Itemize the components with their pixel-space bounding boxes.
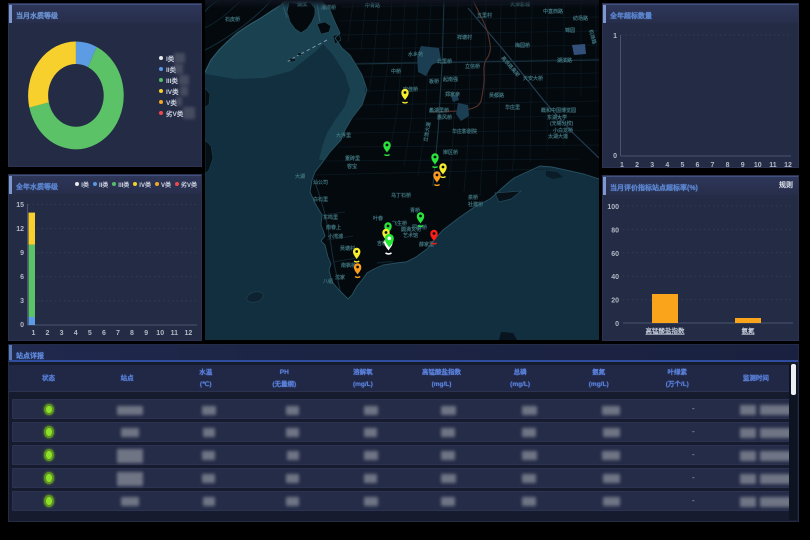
svg-text:艺术馆: 艺术馆	[403, 232, 418, 239]
svg-text:大湖: 大湖	[295, 173, 305, 180]
svg-text:1: 1	[620, 162, 624, 169]
svg-text:40: 40	[611, 274, 619, 281]
svg-text:大浮里: 大浮里	[336, 132, 351, 139]
svg-text:太湖大道: 太湖大道	[547, 133, 568, 140]
svg-text:起南强: 起南强	[442, 76, 458, 83]
svg-text:吴塘村: 吴塘村	[340, 245, 355, 252]
svg-text:80: 80	[611, 227, 619, 234]
svg-text:板桥: 板桥	[429, 78, 440, 85]
svg-text:20: 20	[611, 298, 619, 305]
svg-text:纺场路: 纺场路	[573, 15, 589, 22]
svg-text:重砖里: 重砖里	[345, 155, 360, 162]
svg-text:III类: III类	[166, 76, 178, 85]
svg-text:100: 100	[607, 204, 619, 211]
svg-text:石皮桥: 石皮桥	[224, 16, 241, 23]
svg-text:(无锡分校): (无锡分校)	[550, 120, 574, 127]
svg-text:飞生桥: 飞生桥	[392, 220, 408, 227]
svg-text:岸区桥: 岸区桥	[443, 149, 459, 156]
svg-text:4: 4	[665, 162, 669, 169]
svg-text:10: 10	[156, 330, 164, 337]
svg-text:梅园桥: 梅园桥	[515, 42, 531, 49]
svg-text:9: 9	[741, 162, 745, 169]
svg-text:郑家亲: 郑家亲	[445, 91, 460, 98]
svg-text:水乡苑: 水乡苑	[407, 51, 423, 58]
svg-text:南春上: 南春上	[326, 224, 341, 231]
svg-text:0: 0	[613, 153, 617, 160]
svg-text:小白龙桥: 小白龙桥	[553, 127, 574, 134]
svg-text:7: 7	[116, 330, 120, 337]
svg-text:劣V类: 劣V类	[166, 109, 184, 118]
svg-text:惠风桥: 惠风桥	[437, 114, 453, 121]
svg-text:12: 12	[185, 330, 193, 337]
svg-text:天安大桥: 天安大桥	[523, 75, 544, 82]
svg-text:华庄里: 华庄里	[505, 104, 520, 111]
svg-text:3: 3	[60, 330, 64, 337]
svg-text:社建桥: 社建桥	[467, 201, 484, 208]
svg-text:概和中国博览园: 概和中国博览园	[541, 107, 576, 114]
svg-text:2: 2	[635, 162, 639, 169]
svg-text:薛家里: 薛家里	[419, 241, 434, 248]
svg-text:12: 12	[784, 162, 792, 169]
svg-text:IV类: IV类	[166, 87, 179, 96]
svg-text:8: 8	[726, 162, 730, 169]
svg-text:中直西路: 中直西路	[543, 8, 564, 15]
svg-text:叶春: 叶春	[373, 215, 384, 222]
svg-text:11: 11	[171, 330, 179, 337]
svg-text:湖滨路: 湖滨路	[557, 57, 573, 64]
svg-text:立信桥: 立信桥	[465, 63, 481, 70]
svg-text:6: 6	[696, 162, 700, 169]
svg-text:高锰酸盐指数: 高锰酸盐指数	[646, 326, 686, 335]
svg-text:6: 6	[20, 274, 24, 281]
svg-text:11: 11	[769, 162, 777, 169]
svg-text:9: 9	[144, 330, 148, 337]
svg-text:5: 5	[680, 162, 684, 169]
svg-text:蠡湖里桥: 蠡湖里桥	[429, 107, 450, 114]
svg-text:吴都路: 吴都路	[489, 92, 505, 99]
svg-text:7: 7	[711, 162, 715, 169]
svg-text:3: 3	[20, 298, 24, 305]
svg-text:12: 12	[16, 226, 24, 233]
svg-text:4: 4	[74, 330, 78, 337]
svg-text:0: 0	[20, 322, 24, 329]
svg-text:8: 8	[130, 330, 134, 337]
svg-text:北里桥: 北里桥	[437, 58, 453, 65]
svg-text:10: 10	[754, 162, 762, 169]
svg-text:15: 15	[16, 202, 24, 209]
svg-text:3: 3	[650, 162, 654, 169]
svg-text:2: 2	[46, 330, 50, 337]
svg-text:氨氮: 氨氮	[742, 326, 756, 335]
svg-text:9: 9	[20, 250, 24, 257]
svg-text:中桥: 中桥	[391, 68, 402, 75]
svg-text:八组: 八组	[322, 278, 333, 285]
svg-text:沈家: 沈家	[335, 274, 346, 281]
svg-text:泉桥: 泉桥	[467, 194, 479, 201]
svg-text:小湾浦: 小湾浦	[328, 233, 343, 240]
svg-text:五里村: 五里村	[477, 12, 492, 19]
svg-text:60: 60	[611, 251, 619, 258]
svg-text:东鸣里: 东鸣里	[323, 214, 338, 221]
svg-text:祥塘村: 祥塘村	[457, 34, 472, 41]
svg-text:汕公司: 汕公司	[313, 179, 328, 186]
svg-text:锦园: 锦园	[565, 27, 575, 34]
svg-text:圆满文化: 圆满文化	[401, 226, 421, 233]
svg-text:1: 1	[32, 330, 36, 337]
svg-text:华庄影剧院: 华庄影剧院	[452, 128, 477, 135]
svg-text:东湖大学: 东湖大学	[547, 114, 567, 121]
svg-text:白石里: 白石里	[313, 196, 328, 203]
svg-text:1: 1	[613, 33, 617, 40]
svg-text:6: 6	[102, 330, 106, 337]
svg-text:容宝: 容宝	[346, 163, 357, 170]
svg-text:乌丁石桥: 乌丁石桥	[391, 192, 412, 199]
svg-text:0: 0	[615, 321, 619, 328]
svg-text:5: 5	[88, 330, 92, 337]
